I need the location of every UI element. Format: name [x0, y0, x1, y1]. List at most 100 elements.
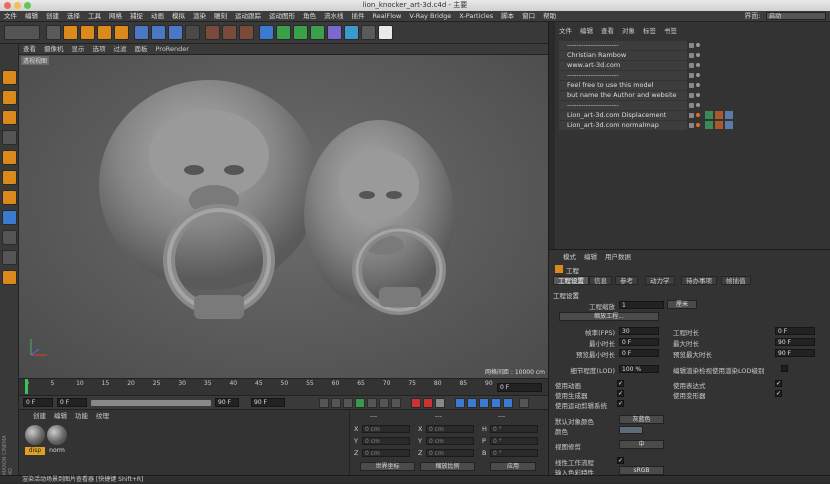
keyframe-selection-icon[interactable]: [435, 398, 445, 408]
render-picture-viewer-icon[interactable]: [222, 25, 237, 40]
tab-todo[interactable]: 待办事项: [681, 276, 717, 285]
menu-create[interactable]: 创建: [42, 11, 63, 22]
object-row[interactable]: ----------------------: [555, 101, 830, 110]
object-row[interactable]: www.art-3d.com: [555, 61, 830, 70]
render-dot-icon[interactable]: [696, 113, 700, 117]
size-z-field[interactable]: 0 cm: [426, 449, 474, 457]
x-axis-lock-icon[interactable]: [134, 25, 149, 40]
texture-mode-icon[interactable]: [2, 110, 17, 125]
minimize-window-icon[interactable]: [14, 2, 21, 9]
mat-menu-function[interactable]: 功能: [71, 411, 92, 421]
undo-redo-icon[interactable]: [4, 25, 40, 40]
render-dot-icon[interactable]: [696, 73, 700, 77]
make-editable-icon[interactable]: [2, 70, 17, 85]
current-frame-field[interactable]: 0 F: [57, 398, 87, 407]
timeline-menu-icon[interactable]: [519, 398, 529, 408]
render-dot-icon[interactable]: [696, 123, 700, 127]
use-generators-checkbox[interactable]: ✓: [617, 390, 624, 397]
apply-button[interactable]: 应用: [490, 462, 536, 471]
project-length-field[interactable]: 0 F: [775, 327, 815, 335]
material-swatch-disp[interactable]: [25, 425, 45, 445]
menu-plugins[interactable]: 插件: [348, 11, 369, 22]
position-y-field[interactable]: 0 cm: [362, 437, 410, 445]
object-row[interactable]: but name the Author and website: [555, 91, 830, 100]
next-frame-icon[interactable]: [367, 398, 377, 408]
render-dot-icon[interactable]: [696, 93, 700, 97]
use-animation-checkbox[interactable]: ✓: [617, 380, 624, 387]
vp-menu-prorender[interactable]: ProRender: [152, 44, 193, 55]
size-x-field[interactable]: 0 cm: [426, 425, 474, 433]
coordinate-system-icon[interactable]: [185, 25, 200, 40]
visibility-check-icon[interactable]: [689, 63, 694, 68]
goto-end-icon[interactable]: [391, 398, 401, 408]
obj-menu-bookmarks[interactable]: 书签: [660, 26, 681, 36]
menu-pipeline[interactable]: 流水线: [320, 11, 348, 22]
render-settings-icon[interactable]: [239, 25, 254, 40]
scale-project-button[interactable]: 缩放工程...: [559, 312, 659, 321]
playhead-marker[interactable]: [25, 379, 28, 394]
camera-icon[interactable]: [361, 25, 376, 40]
perspective-viewport[interactable]: 透视视图 网格间距: 10000 cm: [19, 55, 548, 378]
floor-environment-icon[interactable]: [344, 25, 359, 40]
cube-primitive-icon[interactable]: [259, 25, 274, 40]
phong-tag-icon[interactable]: [705, 111, 713, 119]
tab-project-settings[interactable]: 工程设置: [553, 276, 589, 285]
workplane-icon[interactable]: [2, 130, 17, 145]
obj-menu-edit[interactable]: 编辑: [576, 26, 597, 36]
prev-key-icon[interactable]: [331, 398, 341, 408]
menu-help[interactable]: 帮助: [539, 11, 560, 22]
vp-menu-panel[interactable]: 面板: [131, 44, 152, 55]
menu-mesh[interactable]: 网格: [105, 11, 126, 22]
visibility-check-icon[interactable]: [689, 123, 694, 128]
render-dot-icon[interactable]: [696, 103, 700, 107]
position-z-field[interactable]: 0 cm: [362, 449, 410, 457]
min-time-field[interactable]: 0 F: [619, 338, 659, 346]
rotation-h-field[interactable]: 0 °: [490, 425, 538, 433]
menu-character[interactable]: 角色: [299, 11, 320, 22]
object-row[interactable]: Christian Rambow: [555, 51, 830, 60]
use-deformers-checkbox[interactable]: ✓: [775, 390, 782, 397]
tab-key-interpolation[interactable]: 帧插值: [721, 276, 751, 285]
y-axis-lock-icon[interactable]: [151, 25, 166, 40]
visibility-check-icon[interactable]: [689, 73, 694, 78]
render-dot-icon[interactable]: [696, 63, 700, 67]
zoom-window-icon[interactable]: [24, 2, 31, 9]
vp-menu-filter[interactable]: 过滤: [110, 44, 131, 55]
render-dot-icon[interactable]: [696, 83, 700, 87]
rotation-b-field[interactable]: 0 °: [490, 449, 538, 457]
menu-sculpt[interactable]: 雕刻: [210, 11, 231, 22]
render-dot-icon[interactable]: [696, 53, 700, 57]
lod-field[interactable]: 100 %: [619, 365, 659, 373]
visibility-check-icon[interactable]: [689, 103, 694, 108]
key-scale-icon[interactable]: [467, 398, 477, 408]
linear-workflow-checkbox[interactable]: ✓: [617, 457, 624, 464]
obj-menu-file[interactable]: 文件: [555, 26, 576, 36]
vp-menu-display[interactable]: 显示: [68, 44, 89, 55]
z-axis-lock-icon[interactable]: [168, 25, 183, 40]
mat-menu-edit[interactable]: 编辑: [50, 411, 71, 421]
record-keys-icon[interactable]: [411, 398, 421, 408]
scale-tool-icon[interactable]: [80, 25, 95, 40]
menu-tools[interactable]: 工具: [84, 11, 105, 22]
soft-selection-icon[interactable]: [2, 270, 17, 285]
position-x-field[interactable]: 0 cm: [362, 425, 410, 433]
vp-menu-view[interactable]: 查看: [19, 44, 40, 55]
menu-script[interactable]: 脚本: [497, 11, 518, 22]
phong-tag-icon[interactable]: [705, 121, 713, 129]
object-row[interactable]: Lion_art-3d.com Displacement: [555, 111, 830, 120]
key-pla-icon[interactable]: [503, 398, 513, 408]
render-lod-checkbox[interactable]: [781, 365, 788, 372]
mat-menu-create[interactable]: 创建: [29, 411, 50, 421]
use-expressions-checkbox[interactable]: ✓: [775, 380, 782, 387]
obj-menu-objects[interactable]: 对象: [618, 26, 639, 36]
key-position-icon[interactable]: [455, 398, 465, 408]
coordinate-mode-select[interactable]: 世界坐标: [360, 462, 415, 471]
attr-menu-mode[interactable]: 模式: [559, 252, 580, 262]
menu-x-particles[interactable]: X-Particles: [455, 11, 497, 22]
object-row[interactable]: ----------------------: [555, 41, 830, 50]
uvw-tag-icon[interactable]: [725, 111, 733, 119]
points-mode-icon[interactable]: [2, 150, 17, 165]
attr-menu-edit[interactable]: 编辑: [580, 252, 601, 262]
vp-menu-cameras[interactable]: 摄像机: [40, 44, 68, 55]
key-rotation-icon[interactable]: [479, 398, 489, 408]
